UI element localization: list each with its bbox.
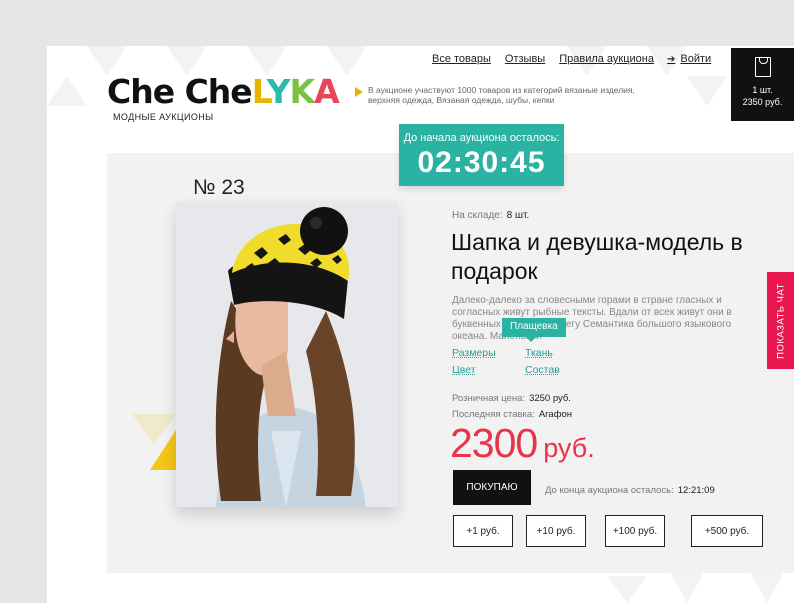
buy-button[interactable]: ПОКУПАЮ bbox=[453, 470, 531, 505]
login-label: Войти bbox=[680, 53, 712, 65]
logo-subtitle: МОДНЫЕ АУКЦИОНЫ bbox=[113, 112, 214, 122]
bid-plus-500-button[interactable]: +500 руб. bbox=[691, 515, 763, 547]
stock-label: На складе: bbox=[452, 210, 503, 221]
fabric-tooltip: Плащевка bbox=[502, 318, 566, 342]
link-composition[interactable]: Состав bbox=[525, 364, 560, 376]
show-chat-label: ПОКАЗАТЬ ЧАТ bbox=[775, 282, 786, 359]
auction-start-timer: До начала аукциона осталось: 02:30:45 bbox=[399, 124, 564, 186]
cart-button[interactable]: 1 шт. 2350 руб. bbox=[731, 48, 794, 121]
product-photo[interactable] bbox=[176, 201, 398, 507]
decorative-triangles bbox=[132, 414, 176, 470]
bid-plus-100-button[interactable]: +100 руб. bbox=[605, 515, 665, 547]
retail-value: 3250 руб. bbox=[529, 393, 571, 404]
end-timer-label: До конца аукциона осталось: bbox=[545, 485, 674, 496]
timer-value: 02:30:45 bbox=[417, 146, 546, 179]
nav-rules[interactable]: Правила аукциона bbox=[559, 53, 654, 65]
bid-plus-1-button[interactable]: +1 руб. bbox=[453, 515, 513, 547]
show-chat-button[interactable]: ПОКАЗАТЬ ЧАТ bbox=[767, 272, 794, 369]
auction-end-timer: До конца аукциона осталось: 12:21:09 bbox=[545, 485, 715, 496]
product-description: Далеко-далеко за словесными горами в стр… bbox=[452, 295, 732, 342]
cart-quantity: 1 шт. bbox=[752, 85, 773, 95]
timer-label: До начала аукциона осталось: bbox=[403, 132, 560, 144]
cart-sum: 2350 руб. bbox=[742, 97, 783, 107]
last-bid-value: Агафон bbox=[538, 409, 573, 420]
shopping-bag-icon bbox=[754, 57, 771, 77]
nav-reviews[interactable]: Отзывы bbox=[505, 53, 545, 65]
link-color[interactable]: Цвет bbox=[452, 364, 476, 376]
retail-label: Розничная цена: bbox=[452, 393, 526, 404]
bid-plus-10-button[interactable]: +10 руб. bbox=[526, 515, 586, 547]
current-price: 2300 руб. bbox=[450, 420, 595, 471]
tagline: В аукционе участвуют 1000 товаров из кат… bbox=[368, 85, 635, 105]
login-arrow-icon: ➔ bbox=[667, 53, 676, 65]
retail-price: Розничная цена: 3250 руб. bbox=[452, 393, 571, 404]
nav-all-items[interactable]: Все товары bbox=[432, 53, 491, 65]
logo-arrow-icon bbox=[355, 87, 363, 97]
price-value: 2300 bbox=[450, 420, 538, 466]
stock-info: На складе: 8 шт. bbox=[452, 210, 529, 221]
model-illustration bbox=[176, 201, 398, 507]
login-link[interactable]: ➔ Войти bbox=[667, 53, 711, 65]
last-bid: Последняя ставка: Агафон bbox=[452, 409, 572, 420]
link-fabric[interactable]: Ткань bbox=[525, 347, 553, 359]
logo-wordmark: Che CheLYKA bbox=[107, 72, 340, 111]
top-nav: Все товары Отзывы Правила аукциона bbox=[432, 53, 668, 65]
logo[interactable]: Che CheLYKA МОДНЫЕ АУКЦИОНЫ bbox=[107, 72, 340, 123]
product-title: Шапка и девушка-модель в подарок bbox=[451, 229, 743, 284]
stock-value: 8 шт. bbox=[506, 210, 530, 221]
link-sizes[interactable]: Размеры bbox=[452, 347, 496, 359]
price-currency: руб. bbox=[543, 433, 595, 463]
last-bid-label: Последняя ставка: bbox=[452, 409, 535, 420]
end-timer-value: 12:21:09 bbox=[677, 485, 715, 496]
lot-number: № 23 bbox=[193, 176, 245, 199]
